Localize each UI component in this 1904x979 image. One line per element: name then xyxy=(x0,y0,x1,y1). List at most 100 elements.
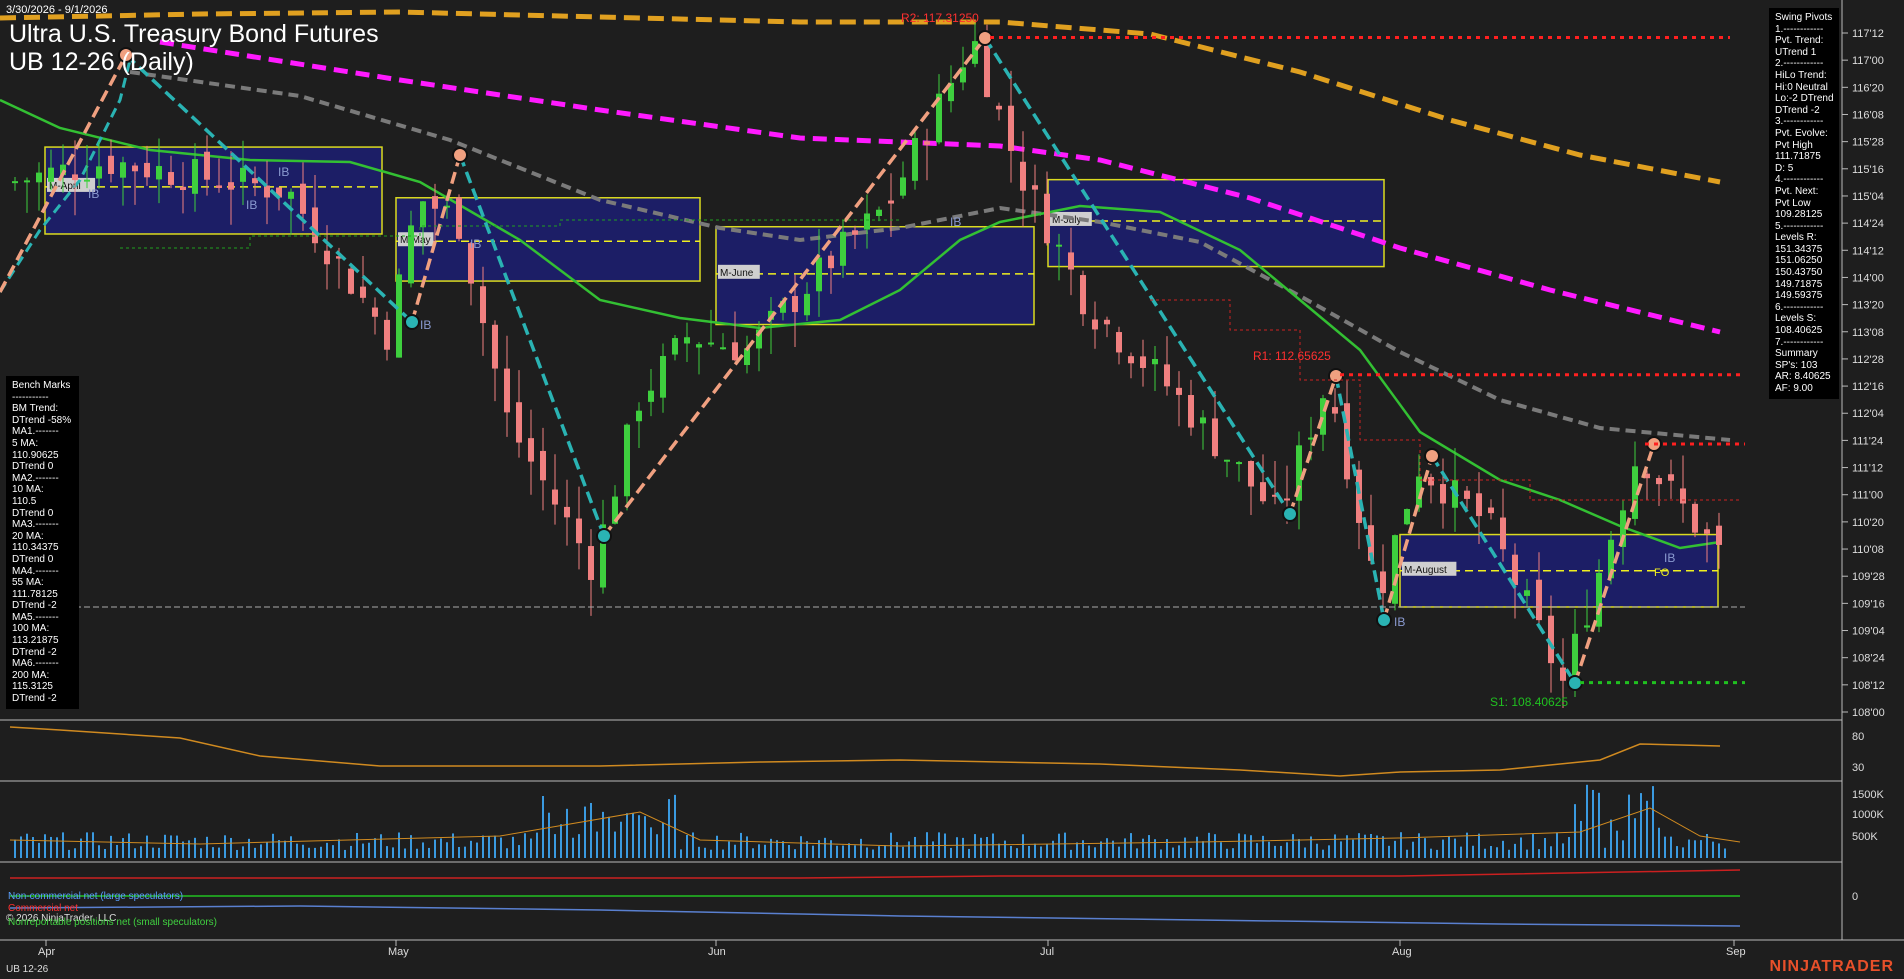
oscillator-tick-label: 30 xyxy=(1852,762,1864,774)
candle-body xyxy=(1464,490,1470,499)
panel-line: MA5.------- xyxy=(12,611,59,623)
panel-line: 115.3125 xyxy=(12,681,53,693)
candle-body xyxy=(828,255,834,269)
candle-body xyxy=(912,138,918,181)
support-label: S1: 108.40625 xyxy=(1490,695,1568,709)
ib-label: IB xyxy=(278,165,289,179)
swing-pivot-marker xyxy=(1376,612,1392,628)
panel-line: DTrend 0 xyxy=(12,553,54,565)
r2-label: R2: 117.31250 xyxy=(901,11,979,25)
fo-label: FO xyxy=(1654,567,1670,579)
swing-pivot-marker xyxy=(404,314,420,330)
panel-line: Bench Marks xyxy=(12,380,71,391)
period-box-label: M-May xyxy=(400,235,431,246)
panel-line: 3.------------ xyxy=(1775,116,1824,128)
r1-label: R1: 112.65625 xyxy=(1253,349,1331,363)
volume-average-line xyxy=(9,807,1741,847)
volume-tick-label: 1000K xyxy=(1852,809,1884,821)
candle-body xyxy=(876,209,882,216)
price-tick-label: 109'04 xyxy=(1852,626,1885,638)
price-tick-label: 114'24 xyxy=(1852,218,1884,230)
panel-line: Pvt. Evolve: xyxy=(1775,127,1828,139)
panel-line: MA6.------- xyxy=(12,658,59,670)
candle-body xyxy=(1356,469,1362,523)
period-box-label: M-June xyxy=(720,268,754,279)
bench-marks-panel: Bench Marks ----------- BM Trend: DTrend -5… xyxy=(6,376,79,709)
panel-line: Lo:-2 DTrend xyxy=(1775,93,1834,105)
candle-body xyxy=(804,293,810,316)
candle-body xyxy=(1080,275,1086,315)
candle-body xyxy=(420,201,426,228)
ib-label: IB xyxy=(470,237,481,251)
panel-line: 2.------------ xyxy=(1775,58,1824,70)
candle-body xyxy=(1164,364,1170,387)
panel-line: 10 MA: xyxy=(12,484,44,496)
candle-body xyxy=(408,225,414,284)
panel-line: Levels S: xyxy=(1775,313,1817,325)
candle-body xyxy=(1260,482,1266,502)
x-tick-label: Apr xyxy=(38,946,55,958)
candle-body xyxy=(1212,418,1218,457)
candle-body xyxy=(348,268,354,294)
panel-line: Pvt High xyxy=(1775,139,1813,151)
candle-body xyxy=(900,177,906,196)
candle-body xyxy=(1476,493,1482,517)
candle-body xyxy=(144,162,150,178)
candle-body xyxy=(288,191,294,199)
candle-body xyxy=(72,174,78,181)
cot-tick-label: 0 xyxy=(1852,891,1858,903)
date-range: 3/30/2026 - 9/1/2026 xyxy=(6,4,108,16)
panel-line: HiLo Trend: xyxy=(1775,69,1827,81)
volume-tick-label: 1500K xyxy=(1852,789,1884,801)
panel-line: 5.------------ xyxy=(1775,220,1824,232)
panel-line: 110.5 xyxy=(12,495,37,507)
candle-body xyxy=(1716,525,1722,545)
volume-tick-label: 500K xyxy=(1852,831,1878,843)
panel-line: 200 MA: xyxy=(12,669,50,681)
candle-body xyxy=(552,489,558,505)
candle-body xyxy=(1428,477,1434,486)
candle-body xyxy=(96,166,102,179)
ninjatrader-logo: NINJATRADER xyxy=(1769,958,1894,975)
panel-line: BM Trend: xyxy=(12,403,59,415)
swing-pivot-marker xyxy=(1282,506,1298,522)
panel-line: AF: 9.00 xyxy=(1775,383,1813,394)
oscillator-line xyxy=(9,726,1721,777)
candle-body xyxy=(924,141,930,145)
price-tick-label: 110'08 xyxy=(1852,544,1884,556)
candle-body xyxy=(816,257,822,292)
price-tick-label: 108'12 xyxy=(1852,680,1885,692)
candle-body xyxy=(84,179,90,182)
candle-body xyxy=(312,207,318,244)
candle-body xyxy=(240,167,246,182)
candle-body xyxy=(1116,332,1122,353)
price-tick-label: 110'20 xyxy=(1852,517,1884,529)
panel-line: 111.78125 xyxy=(12,588,58,600)
ib-label: IB xyxy=(1664,551,1675,565)
candle-body xyxy=(480,286,486,324)
panel-line: DTrend -2 xyxy=(12,646,57,658)
candle-body xyxy=(972,41,978,64)
price-tick-label: 108'24 xyxy=(1852,653,1885,665)
candle-body xyxy=(576,518,582,544)
price-tick-label: 109'16 xyxy=(1852,598,1885,610)
panel-line: Summary xyxy=(1775,348,1818,360)
candle-body xyxy=(1440,484,1446,504)
panel-line: 151.34375 xyxy=(1775,243,1823,255)
candle-body xyxy=(180,186,186,191)
candle-body xyxy=(1656,477,1662,485)
swing-pivot-marker xyxy=(1567,675,1583,691)
panel-line: SP's: 103 xyxy=(1775,359,1818,371)
candle-body xyxy=(504,368,510,413)
price-tick-label: 117'12 xyxy=(1852,28,1884,40)
candle-body xyxy=(1068,252,1074,270)
price-chart[interactable]: 117'12 117'00 116'20 116'08 115'28 115'16 115'… xyxy=(0,0,1904,979)
candle-body xyxy=(1512,554,1518,586)
candle-body xyxy=(1056,244,1062,247)
candle-body xyxy=(192,159,198,194)
price-tick-label: 115'04 xyxy=(1852,191,1884,203)
swing-pivot-marker xyxy=(452,147,468,163)
candle-body xyxy=(12,181,18,184)
price-tick-label: 115'16 xyxy=(1852,164,1884,176)
swing-pivot-marker xyxy=(977,30,993,46)
